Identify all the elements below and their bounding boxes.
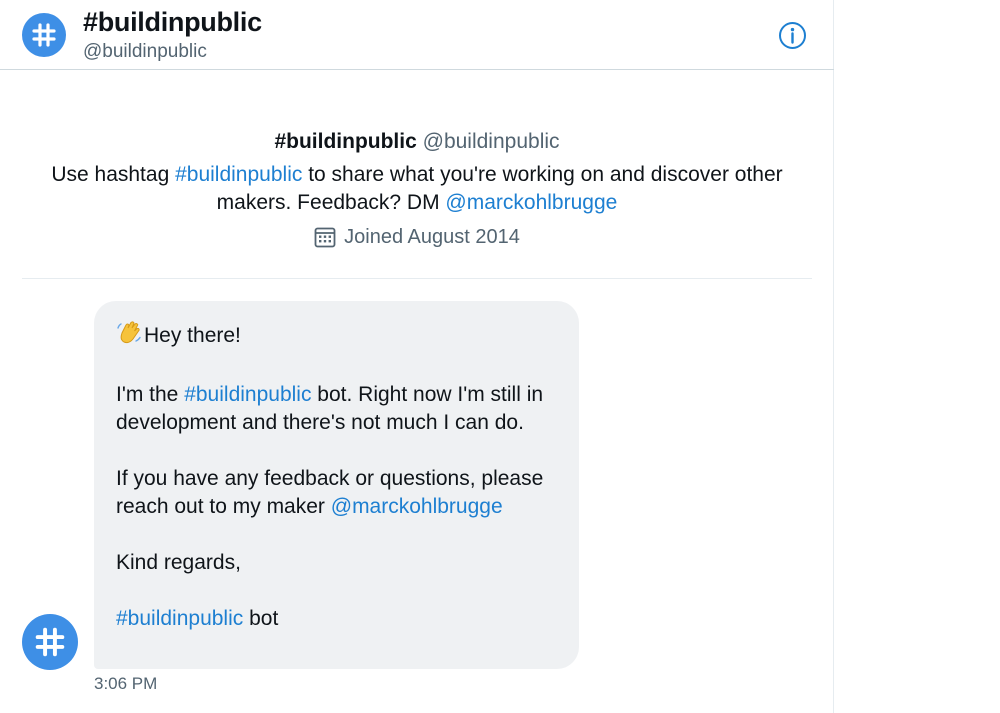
sign-hashtag-link[interactable]: #buildinpublic [116, 607, 243, 630]
profile-summary: #buildinpublic @buildinpublic Use hashta… [22, 128, 812, 251]
slack-hash-icon [35, 627, 65, 657]
slack-hash-icon [32, 23, 56, 47]
info-button[interactable] [778, 21, 807, 50]
sign-suffix: bot [243, 607, 279, 630]
profile-name[interactable]: #buildinpublic [274, 130, 416, 153]
waving-hand-icon [117, 321, 141, 344]
profile-handle[interactable]: @buildinpublic [423, 130, 560, 153]
divider [22, 278, 812, 279]
calendar-icon [314, 227, 336, 248]
waving-hand-emoji [116, 319, 144, 353]
greeting-text: Hey there! [144, 324, 241, 347]
message-paragraph-1: I'm the #buildinpublic bot. Right now I'… [116, 381, 557, 437]
joined-date: Joined August 2014 [22, 223, 812, 251]
message-bubble[interactable]: Hey there! I'm the #buildinpublic bot. R… [94, 301, 579, 669]
bio-hashtag-link[interactable]: #buildinpublic [175, 163, 302, 186]
message-timestamp: 3:06 PM [94, 674, 158, 693]
profile-bio: Use hashtag #buildinpublic to share what… [22, 161, 812, 217]
message-paragraph-3: Kind regards, [116, 551, 241, 574]
joined-text: Joined August 2014 [344, 226, 520, 248]
message-signature: #buildinpublic bot [116, 605, 557, 633]
message-greeting: Hey there! [116, 319, 557, 353]
bio-mention-link[interactable]: @marckohlbrugge [445, 191, 617, 214]
p1-hashtag-link[interactable]: #buildinpublic [184, 383, 311, 406]
bio-prefix: Use hashtag [51, 163, 176, 186]
conversation-header: #buildinpublic @buildinpublic [0, 0, 834, 70]
sender-avatar[interactable] [22, 614, 78, 670]
header-handle: @buildinpublic [83, 41, 207, 62]
profile-title-line: #buildinpublic @buildinpublic [22, 128, 812, 156]
message-paragraph-2: If you have any feedback or questions, p… [116, 465, 557, 521]
profile-avatar[interactable] [22, 13, 66, 57]
info-circle-icon [779, 22, 806, 49]
p1-prefix: I'm the [116, 383, 185, 406]
conversation-pane: #buildinpublic @buildinpublic #buildinpu… [0, 0, 834, 713]
header-name: #buildinpublic [83, 7, 262, 37]
p2-mention-link[interactable]: @marckohlbrugge [331, 495, 503, 518]
